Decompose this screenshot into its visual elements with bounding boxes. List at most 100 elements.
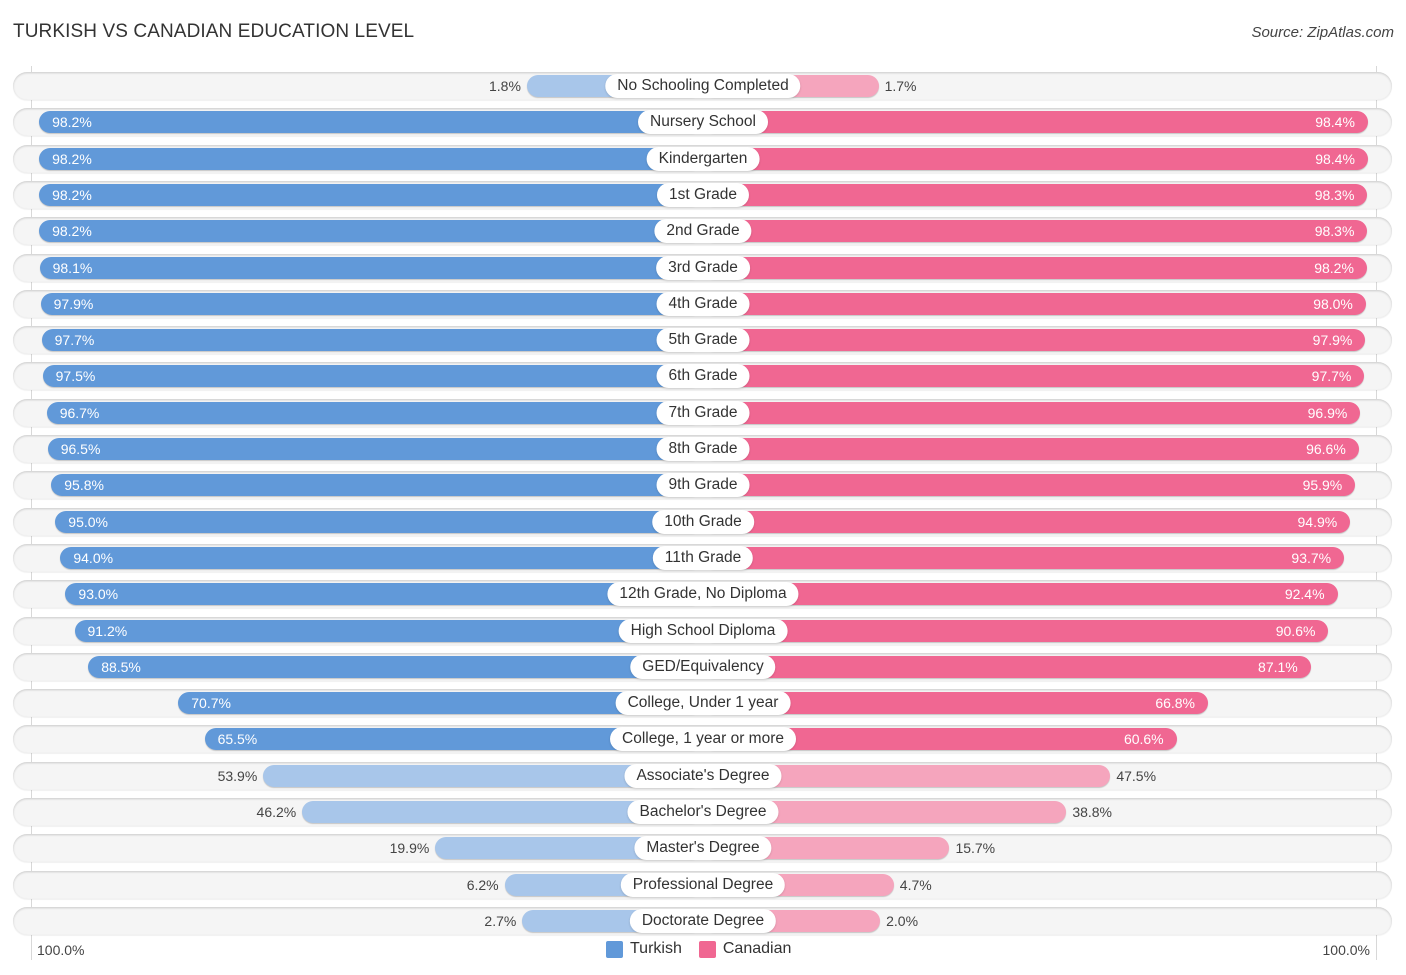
legend-item-turkish[interactable]: Turkish [606, 940, 682, 958]
legend-swatch-canadian [698, 940, 716, 958]
value-label-canadian-associate-s-degree: 47.5% [1116, 767, 1157, 784]
value-label-canadian-6th-grade: 97.7% [1311, 368, 1352, 385]
category-label-4th-grade: 4th Grade [656, 291, 750, 316]
category-label-9th-grade: 9th Grade [656, 473, 750, 498]
category-label-10th-grade: 10th Grade [652, 509, 754, 534]
category-label-5th-grade: 5th Grade [656, 328, 750, 353]
value-label-turkish-bachelor-s-degree: 46.2% [256, 804, 297, 820]
value-label-turkish-college-1-year-or-more: 65.5% [217, 731, 258, 748]
bar-canadian-5th-grade[interactable] [703, 329, 1366, 352]
legend-item-canadian[interactable]: Canadian [698, 940, 792, 958]
category-label-6th-grade: 6th Grade [656, 364, 750, 389]
bar-canadian-1st-grade[interactable] [703, 183, 1368, 206]
category-label-bachelor-s-degree: Bachelor's Degree [627, 800, 779, 824]
legend-swatch-turkish [606, 940, 623, 958]
bar-turkish-9th-grade[interactable] [51, 474, 703, 497]
category-label-12th-grade-no-diploma: 12th Grade, No Diploma [607, 582, 799, 607]
value-label-canadian-college-under-1-year: 66.8% [1155, 695, 1196, 712]
value-label-turkish-high-school-diploma: 91.2% [87, 622, 128, 639]
value-label-turkish-3rd-grade: 98.1% [52, 259, 93, 276]
category-label-1st-grade: 1st Grade [656, 182, 750, 207]
value-label-canadian-4th-grade: 98.0% [1313, 295, 1353, 312]
bar-canadian-8th-grade[interactable] [703, 438, 1359, 460]
value-label-canadian-7th-grade: 96.9% [1307, 404, 1348, 421]
bar-turkish-high-school-diploma[interactable] [74, 619, 703, 642]
value-label-canadian-1st-grade: 98.3% [1314, 186, 1355, 203]
bar-turkish-10th-grade[interactable] [55, 510, 703, 533]
value-label-turkish-1st-grade: 98.2% [52, 186, 92, 203]
category-label-kindergarten: Kindergarten [646, 146, 760, 171]
bar-canadian-6th-grade[interactable] [703, 365, 1365, 388]
category-label-ged-equivalency: GED/Equivalency [630, 654, 776, 679]
value-label-turkish-college-under-1-year: 70.7% [191, 695, 231, 712]
value-label-canadian-5th-grade: 97.9% [1312, 332, 1353, 349]
value-label-canadian-master-s-degree: 15.7% [955, 840, 996, 857]
value-label-turkish-kindergarten: 98.2% [52, 150, 92, 167]
axis-label-left: 100.0% [37, 942, 85, 958]
legend: Turkish Canadian [606, 940, 808, 958]
value-label-turkish-associate-s-degree: 53.9% [217, 767, 258, 784]
category-label-high-school-diploma: High School Diploma [618, 618, 788, 643]
bar-turkish-7th-grade[interactable] [46, 401, 703, 424]
bar-turkish-1st-grade[interactable] [39, 183, 703, 206]
bar-canadian-kindergarten[interactable] [703, 147, 1368, 170]
value-label-turkish-8th-grade: 96.5% [60, 441, 101, 457]
bar-canadian-ged-equivalency[interactable] [703, 655, 1311, 678]
bar-turkish-6th-grade[interactable] [42, 365, 703, 388]
bar-turkish-11th-grade[interactable] [60, 546, 703, 569]
category-label-college-1-year-or-more: College, 1 year or more [610, 727, 796, 752]
bar-turkish-nursery-school[interactable] [39, 111, 703, 134]
category-label-no-schooling-completed: No Schooling Completed [605, 74, 801, 98]
value-label-turkish-2nd-grade: 98.2% [52, 223, 92, 240]
bar-canadian-9th-grade[interactable] [703, 474, 1356, 497]
value-label-turkish-doctorate-degree: 2.7% [484, 912, 517, 929]
category-label-3rd-grade: 3rd Grade [656, 255, 750, 280]
value-label-turkish-5th-grade: 97.7% [54, 332, 95, 349]
value-label-turkish-11th-grade: 94.0% [73, 549, 114, 566]
bar-canadian-10th-grade[interactable] [703, 510, 1351, 533]
bar-canadian-11th-grade[interactable] [703, 546, 1345, 569]
bar-turkish-kindergarten[interactable] [39, 147, 703, 170]
category-label-7th-grade: 7th Grade [656, 400, 750, 425]
bar-canadian-3rd-grade[interactable] [703, 256, 1367, 279]
category-label-11th-grade: 11th Grade [652, 545, 754, 570]
value-label-canadian-kindergarten: 98.4% [1315, 150, 1355, 167]
value-label-turkish-9th-grade: 95.8% [64, 477, 104, 494]
bar-turkish-8th-grade[interactable] [47, 438, 703, 460]
value-label-canadian-high-school-diploma: 90.6% [1275, 622, 1316, 639]
value-label-turkish-12th-grade-no-diploma: 93.0% [78, 586, 119, 603]
bar-turkish-2nd-grade[interactable] [39, 220, 703, 243]
value-label-canadian-3rd-grade: 98.2% [1314, 259, 1354, 276]
value-label-canadian-12th-grade-no-diploma: 92.4% [1284, 586, 1325, 603]
bar-canadian-2nd-grade[interactable] [703, 220, 1368, 243]
bar-turkish-3rd-grade[interactable] [39, 256, 703, 279]
value-label-turkish-nursery-school: 98.2% [52, 114, 92, 131]
value-label-canadian-10th-grade: 94.9% [1297, 513, 1338, 530]
bar-turkish-5th-grade[interactable] [41, 329, 703, 352]
value-label-canadian-bachelor-s-degree: 38.8% [1072, 804, 1113, 820]
category-label-associate-s-degree: Associate's Degree [624, 763, 782, 788]
value-label-turkish-4th-grade: 97.9% [53, 295, 94, 312]
bar-canadian-7th-grade[interactable] [703, 401, 1361, 424]
value-label-turkish-no-schooling-completed: 1.8% [488, 78, 521, 94]
legend-label-turkish: Turkish [630, 940, 682, 957]
value-label-canadian-college-1-year-or-more: 60.6% [1123, 731, 1164, 748]
value-label-canadian-9th-grade: 95.9% [1302, 477, 1343, 494]
bar-canadian-high-school-diploma[interactable] [703, 619, 1329, 642]
value-label-turkish-professional-degree: 6.2% [466, 876, 499, 893]
value-label-turkish-7th-grade: 96.7% [59, 404, 100, 421]
value-label-canadian-ged-equivalency: 87.1% [1258, 658, 1298, 675]
value-label-canadian-nursery-school: 98.4% [1315, 114, 1355, 131]
bar-canadian-nursery-school[interactable] [703, 111, 1368, 134]
value-label-canadian-professional-degree: 4.7% [899, 876, 932, 893]
bar-canadian-4th-grade[interactable] [703, 292, 1366, 315]
category-label-nursery-school: Nursery School [638, 110, 768, 135]
value-label-canadian-8th-grade: 96.6% [1306, 441, 1346, 457]
legend-label-canadian: Canadian [722, 940, 792, 957]
bar-turkish-4th-grade[interactable] [40, 292, 703, 315]
value-label-turkish-ged-equivalency: 88.5% [101, 658, 141, 675]
bar-turkish-ged-equivalency[interactable] [88, 655, 703, 678]
value-label-canadian-2nd-grade: 98.3% [1314, 223, 1355, 240]
value-label-turkish-10th-grade: 95.0% [68, 513, 108, 530]
chart-plot-area: 1.8% 1.7% No Schooling Completed 98.2% 98.4%… [0, 0, 1406, 975]
